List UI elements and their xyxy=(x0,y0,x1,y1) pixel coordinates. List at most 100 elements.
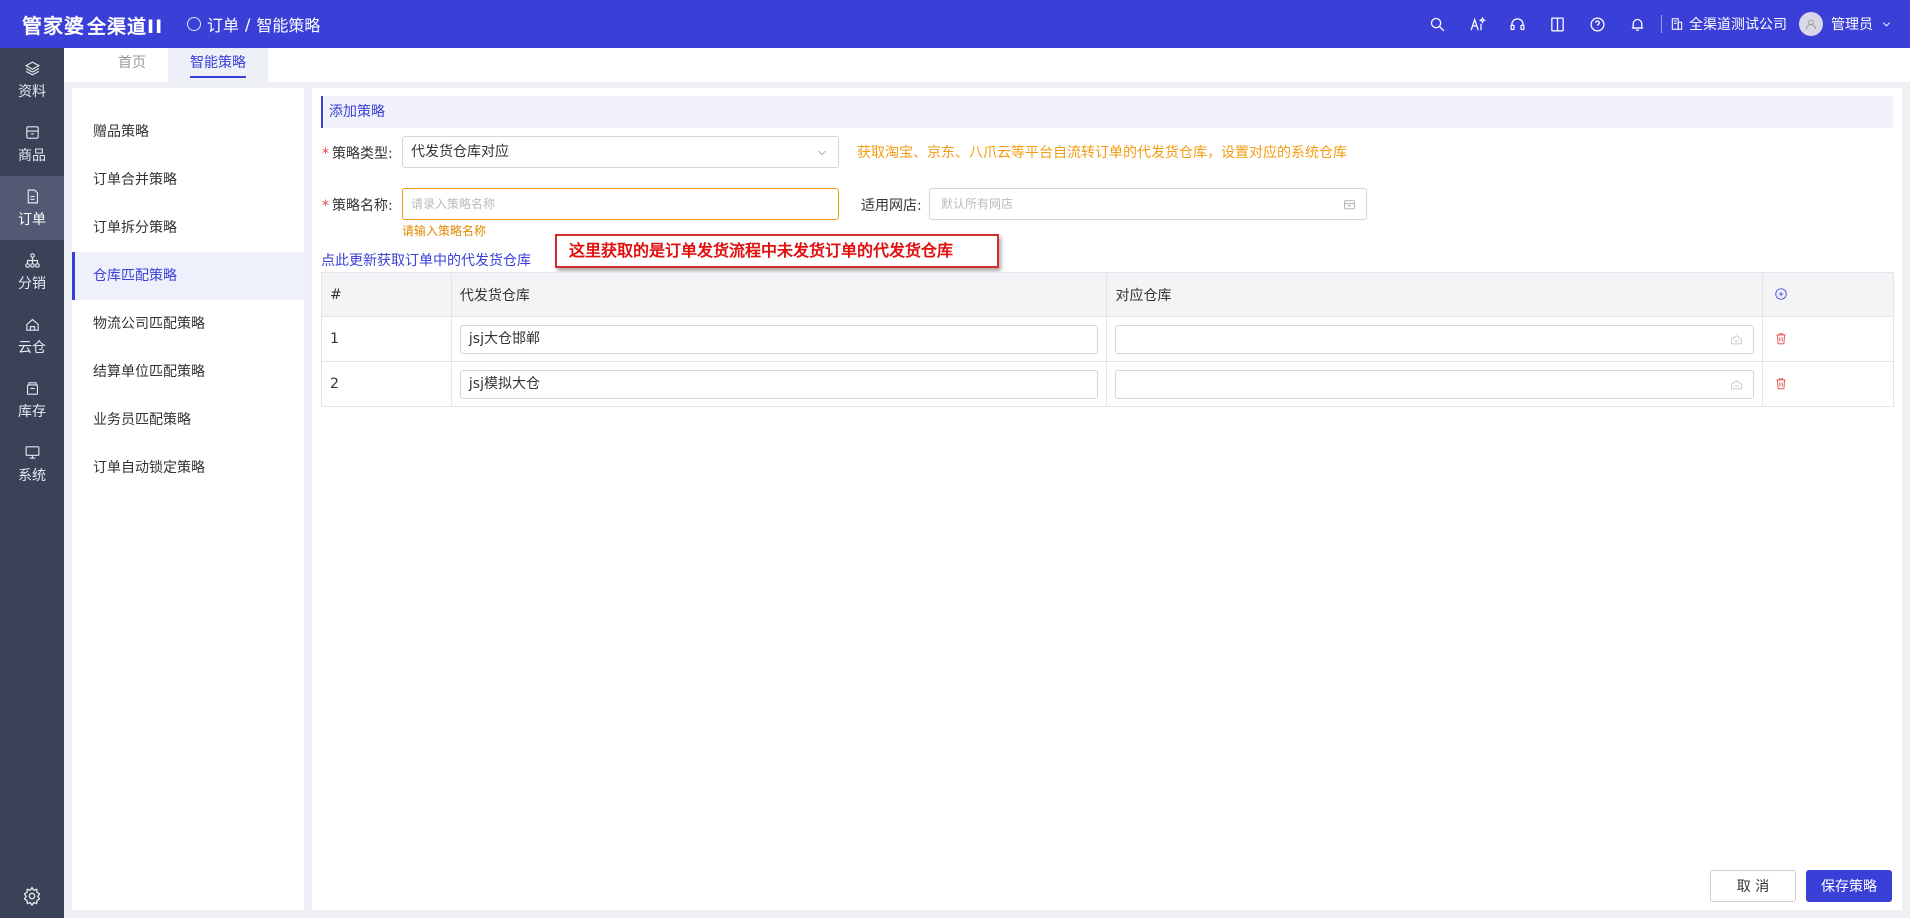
menu-item-salesman-match[interactable]: 业务员匹配策略 xyxy=(72,396,304,444)
chevron-down-icon xyxy=(1882,21,1891,27)
col-header-actions xyxy=(1762,272,1894,317)
gear-icon[interactable] xyxy=(0,886,64,906)
strategy-type-label-text: 策略类型: xyxy=(332,146,393,162)
nav-item-orders[interactable]: 订单 xyxy=(0,176,64,240)
add-row-icon[interactable] xyxy=(1771,284,1791,304)
nav-item-system[interactable]: 系统 xyxy=(0,432,64,496)
strategy-name-input[interactable]: 请录入策略名称 xyxy=(402,188,839,220)
nav-label: 订单 xyxy=(18,211,46,228)
monitor-icon xyxy=(25,445,39,459)
menu-item-auto-lock[interactable]: 订单自动锁定策略 xyxy=(72,444,304,492)
nav-item-goods[interactable]: 商品 xyxy=(0,112,64,176)
table-row: 1 jsj大仓邯郸 xyxy=(321,316,1894,362)
breadcrumb-page: 智能策略 xyxy=(256,16,321,35)
refresh-warehouse-link[interactable]: 点此更新获取订单中的代发货仓库 xyxy=(321,250,531,270)
save-strategy-button[interactable]: 保存策略 xyxy=(1806,870,1892,902)
chevron-down-icon xyxy=(818,150,826,156)
delete-icon[interactable] xyxy=(1771,373,1791,393)
col-header-mapped-warehouse: 对应仓库 xyxy=(1106,272,1764,317)
divider xyxy=(1661,15,1662,33)
nav-item-inventory[interactable]: 库存 xyxy=(0,368,64,432)
dropship-warehouse-input[interactable]: jsj大仓邯郸 xyxy=(459,324,1099,354)
network-icon xyxy=(24,252,40,268)
nav-label: 库存 xyxy=(18,403,46,420)
delete-icon[interactable] xyxy=(1771,328,1791,348)
book-icon[interactable] xyxy=(1537,0,1577,48)
cloud-house-icon xyxy=(25,318,39,331)
ai-icon[interactable] xyxy=(1457,0,1497,48)
strategy-type-hint: 获取淘宝、京东、八爪云等平台自流转订单的代发货仓库，设置对应的系统仓库 xyxy=(857,145,1347,161)
nav-item-data[interactable]: 资料 xyxy=(0,48,64,112)
table-header-row: # 代发货仓库 对应仓库 xyxy=(321,272,1894,317)
strategy-menu: 赠品策略 订单合并策略 订单拆分策略 仓库匹配策略 物流公司匹配策略 结算单位匹… xyxy=(72,88,304,910)
menu-item-order-split[interactable]: 订单拆分策略 xyxy=(72,204,304,252)
row-actions-cell xyxy=(1762,316,1894,362)
headset-icon[interactable] xyxy=(1497,0,1537,48)
breadcrumb: 订单 / 智能策略 xyxy=(187,12,320,36)
store-icon xyxy=(1344,200,1355,210)
nav-label: 资料 xyxy=(18,83,46,100)
cancel-button[interactable]: 取 消 xyxy=(1710,870,1796,902)
strategy-name-label-text: 策略名称: xyxy=(332,198,393,214)
dropship-warehouse-input[interactable]: jsj模拟大仓 xyxy=(459,369,1099,399)
nav-item-distribution[interactable]: 分销 xyxy=(0,240,64,304)
table-row: 2 jsj模拟大仓 xyxy=(321,361,1894,407)
warehouse-mapping-table: # 代发货仓库 对应仓库 1 jsj大仓邯郸 2 jsj模拟大仓 xyxy=(321,272,1894,407)
menu-item-gift[interactable]: 赠品策略 xyxy=(72,108,304,156)
tab-home[interactable]: 首页 xyxy=(96,48,168,82)
user-outline-icon xyxy=(187,17,201,31)
user-menu[interactable]: 管理员 xyxy=(1831,14,1892,34)
help-icon[interactable] xyxy=(1577,0,1617,48)
section-title: 添加策略 xyxy=(321,96,1893,128)
app-logo[interactable]: 管家婆 全渠道II xyxy=(0,10,175,39)
dropship-warehouse-cell: jsj模拟大仓 xyxy=(450,361,1108,407)
document-icon xyxy=(27,189,38,203)
menu-item-order-merge[interactable]: 订单合并策略 xyxy=(72,156,304,204)
box-icon xyxy=(25,125,39,139)
left-nav: 资料 商品 订单 分销 云仓 库存 系统 xyxy=(0,48,64,918)
top-bar: 管家婆 全渠道II 订单 / 智能策略 全渠道测试公司 管理员 xyxy=(0,0,1910,48)
annotation-callout: 这里获取的是订单发货流程中未发货订单的代发货仓库 xyxy=(555,234,999,268)
layers-icon xyxy=(24,60,40,76)
nav-label: 系统 xyxy=(18,467,46,484)
menu-item-warehouse-match[interactable]: 仓库匹配策略 xyxy=(72,252,304,300)
menu-item-logistics-match[interactable]: 物流公司匹配策略 xyxy=(72,300,304,348)
stack-icon xyxy=(26,381,38,395)
tab-smart-strategy[interactable]: 智能策略 xyxy=(168,48,268,82)
strategy-form: 添加策略 * 策略类型: 代发货仓库对应 获取淘宝、京东、八爪云等平台自流转订单的… xyxy=(312,88,1902,910)
mapped-warehouse-select[interactable] xyxy=(1115,324,1755,354)
warehouse-icon xyxy=(1731,334,1742,344)
strategy-name-label: * 策略名称: xyxy=(322,195,393,215)
company-switcher[interactable]: 全渠道测试公司 xyxy=(1670,14,1787,34)
nav-item-cloud-warehouse[interactable]: 云仓 xyxy=(0,304,64,368)
user-name: 管理员 xyxy=(1831,17,1873,33)
breadcrumb-separator: / xyxy=(245,14,251,34)
dropship-warehouse-cell: jsj大仓邯郸 xyxy=(450,316,1108,362)
menu-item-settlement-match[interactable]: 结算单位匹配策略 xyxy=(72,348,304,396)
strategy-name-placeholder: 请录入策略名称 xyxy=(411,197,496,211)
logo-main: 管家婆 xyxy=(22,13,85,38)
nav-label: 商品 xyxy=(18,147,46,164)
row-actions-cell xyxy=(1762,361,1894,407)
bell-icon[interactable] xyxy=(1617,0,1657,48)
shop-select[interactable]: 默认所有网店 xyxy=(929,188,1367,220)
nav-label: 分销 xyxy=(18,275,46,292)
strategy-name-error: 请输入策略名称 xyxy=(402,224,487,238)
warehouse-icon xyxy=(1731,379,1742,389)
search-icon[interactable] xyxy=(1417,0,1457,48)
page-tabs: 首页 智能策略 xyxy=(64,48,1910,82)
strategy-type-label: * 策略类型: xyxy=(322,143,393,163)
mapped-warehouse-select[interactable] xyxy=(1115,369,1755,399)
strategy-type-select[interactable]: 代发货仓库对应 xyxy=(402,136,839,168)
nav-label: 云仓 xyxy=(18,339,46,356)
company-name: 全渠道测试公司 xyxy=(1689,17,1787,33)
mapped-warehouse-cell xyxy=(1106,316,1764,362)
col-header-index: # xyxy=(321,272,452,317)
shop-placeholder: 默认所有网店 xyxy=(941,197,1014,211)
avatar[interactable] xyxy=(1799,12,1823,36)
col-header-dropship-warehouse: 代发货仓库 xyxy=(450,272,1108,317)
row-index: 2 xyxy=(321,361,452,407)
breadcrumb-module[interactable]: 订单 xyxy=(207,12,239,36)
mapped-warehouse-cell xyxy=(1106,361,1764,407)
building-icon xyxy=(1671,18,1683,30)
